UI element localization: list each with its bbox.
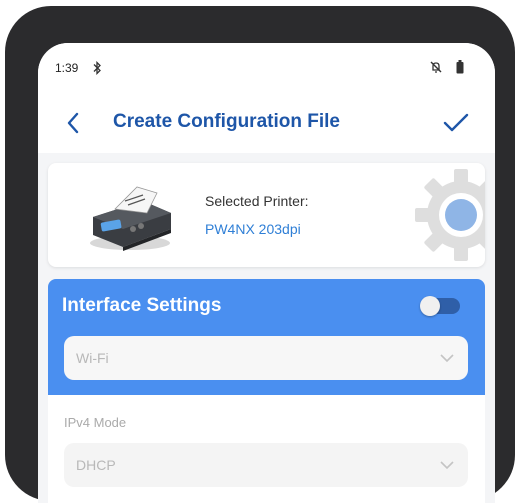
connection-type-select[interactable]: Wi-Fi — [64, 336, 468, 380]
selected-printer-card[interactable]: Selected Printer: PW4NX 203dpi — [48, 163, 485, 267]
ipv4-mode-label: IPv4 Mode — [64, 415, 127, 430]
chevron-left-icon[interactable] — [66, 112, 80, 134]
printer-image — [90, 186, 171, 251]
app-bar: Create Configuration File — [38, 93, 495, 153]
page-title: Create Configuration File — [113, 111, 340, 132]
interface-settings-toggle[interactable] — [420, 296, 460, 316]
printer-name-link[interactable]: PW4NX 203dpi — [205, 221, 301, 237]
connection-type-value: Wi-Fi — [76, 350, 109, 366]
ipv4-section: IPv4 Mode DHCP — [48, 395, 485, 503]
phone-frame: 1:39 Create Configuration File Selected … — [5, 6, 515, 503]
chevron-down-icon — [440, 354, 454, 363]
status-bar: 1:39 — [38, 43, 495, 93]
ipv4-mode-select[interactable]: DHCP — [64, 443, 468, 487]
app-screen: 1:39 Create Configuration File Selected … — [38, 43, 495, 503]
interface-settings-title: Interface Settings — [62, 295, 222, 316]
interface-settings-panel: Interface Settings Wi-Fi — [48, 279, 485, 395]
selected-printer-label: Selected Printer: — [205, 193, 309, 209]
checkmark-icon[interactable] — [443, 113, 469, 133]
battery-icon — [456, 60, 464, 74]
gear-icon[interactable] — [415, 169, 485, 261]
bluetooth-icon — [93, 61, 101, 75]
mute-icon — [430, 61, 442, 73]
ipv4-mode-value: DHCP — [76, 457, 116, 473]
chevron-down-icon — [440, 461, 454, 470]
toggle-knob — [420, 296, 440, 316]
status-time: 1:39 — [55, 61, 79, 75]
